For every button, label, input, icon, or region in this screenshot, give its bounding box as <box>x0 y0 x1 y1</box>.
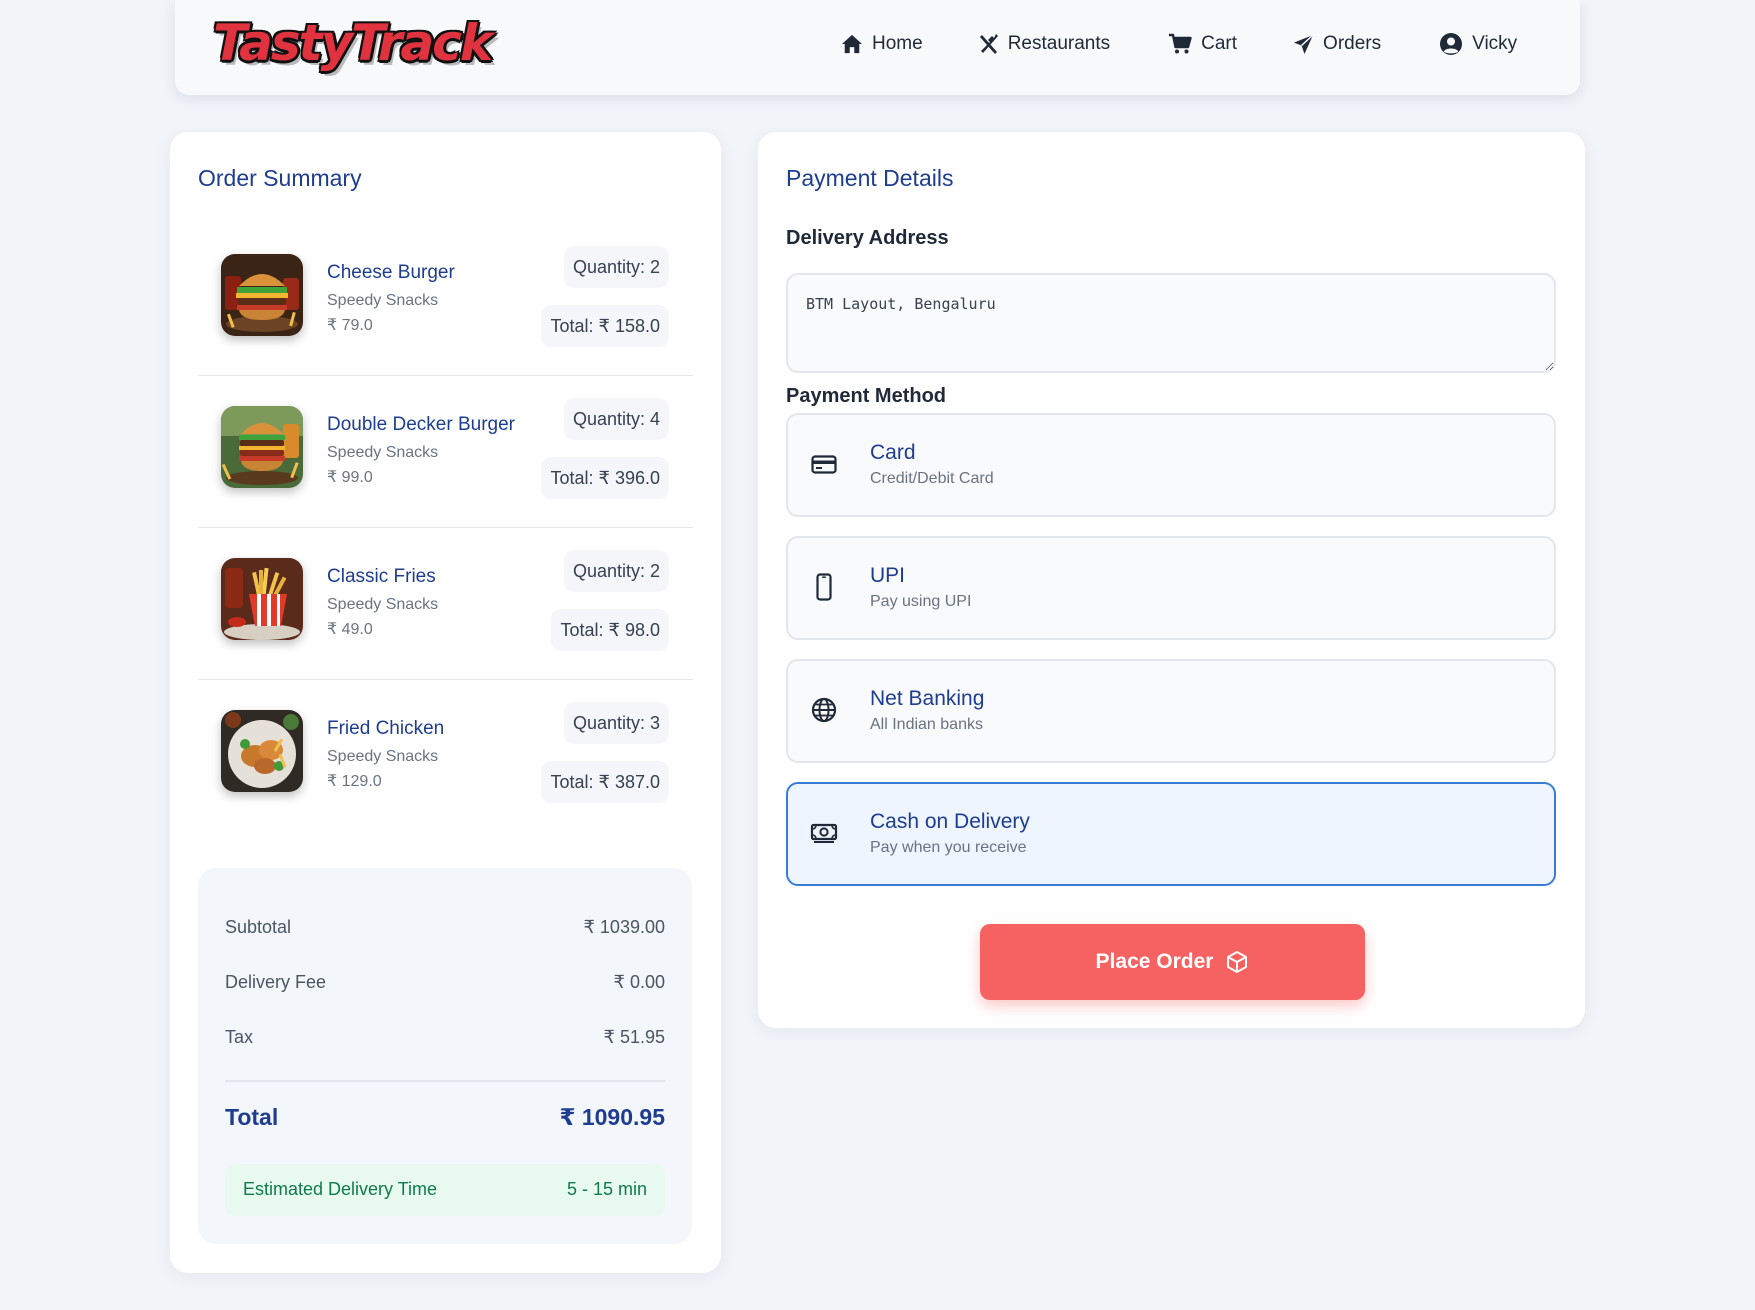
item-restaurant: Speedy Snacks <box>327 596 439 613</box>
payment-option-subtitle: Pay using UPI <box>870 593 972 610</box>
fried-chicken-image <box>221 710 303 792</box>
payment-option-title: UPI <box>870 564 906 587</box>
nav-orders[interactable]: Orders <box>1293 32 1381 56</box>
order-item: Double Decker Burger Speedy Snacks ₹ 99.… <box>198 376 693 528</box>
tastytrack-logo[interactable]: TastyTrack <box>213 14 493 72</box>
home-icon <box>842 34 862 54</box>
tax-value: ₹ 51.95 <box>603 1027 666 1047</box>
utensils-icon <box>979 34 998 54</box>
summary-divider <box>225 1080 665 1082</box>
item-restaurant: Speedy Snacks <box>327 444 439 461</box>
nav-profile-label: Vicky <box>1472 33 1518 54</box>
double-decker-burger-image <box>221 406 303 488</box>
item-price: ₹ 79.0 <box>327 317 373 334</box>
cheese-burger-image <box>221 254 303 336</box>
payment-option-cash-on-delivery[interactable]: Cash on Delivery Pay when you receive <box>786 782 1556 886</box>
globe-icon <box>811 697 837 723</box>
tax-label: Tax <box>225 1027 254 1047</box>
paper-plane-icon <box>1294 33 1314 54</box>
subtotal-label: Subtotal <box>225 917 292 937</box>
payment-method-label: Payment Method <box>786 385 947 407</box>
place-order-label: Place Order <box>1095 950 1214 973</box>
order-summary-title: Order Summary <box>198 165 362 191</box>
user-circle-icon <box>1440 33 1463 55</box>
total-value: ₹ 1090.95 <box>559 1104 665 1130</box>
payment-option-card[interactable]: Card Credit/Debit Card <box>786 413 1556 517</box>
eta-label: Estimated Delivery Time <box>243 1179 438 1199</box>
estimated-delivery-banner: Estimated Delivery Time 5 - 15 min <box>225 1164 665 1216</box>
payment-option-title: Card <box>870 441 916 464</box>
payment-option-upi[interactable]: UPI Pay using UPI <box>786 536 1556 640</box>
item-price: ₹ 129.0 <box>327 773 382 790</box>
nav-restaurants[interactable]: Restaurants <box>979 32 1110 56</box>
cube-icon <box>1227 951 1248 973</box>
item-total: Total: ₹ 396.0 <box>541 457 669 499</box>
money-bill-icon <box>810 823 838 843</box>
delivery-fee-label: Delivery Fee <box>225 972 327 992</box>
top-navbar: TastyTrack Home Restaurants Cart Orders … <box>175 0 1580 95</box>
payment-option-subtitle: All Indian banks <box>870 716 983 733</box>
item-quantity: Quantity: 3 <box>563 702 669 744</box>
subtotal-row: Subtotal ₹ 1039.00 <box>225 917 665 938</box>
mobile-phone-icon <box>816 573 832 601</box>
item-name: Fried Chicken <box>327 718 445 739</box>
item-restaurant: Speedy Snacks <box>327 748 439 765</box>
delivery-fee-row: Delivery Fee ₹ 0.00 <box>225 972 665 993</box>
payment-option-title: Net Banking <box>870 687 985 710</box>
item-price: ₹ 49.0 <box>327 621 373 638</box>
delivery-address-label: Delivery Address <box>786 227 949 249</box>
payment-option-subtitle: Pay when you receive <box>870 839 1027 856</box>
order-summary-card: Order Summary Cheese Burger Speedy Snack… <box>170 132 721 1273</box>
payment-option-subtitle: Credit/Debit Card <box>870 470 994 487</box>
tax-row: Tax ₹ 51.95 <box>225 1027 665 1048</box>
item-quantity: Quantity: 2 <box>563 550 669 592</box>
nav-cart-label: Cart <box>1201 33 1238 54</box>
nav-menu: Home Restaurants Cart Orders Vicky <box>841 32 1517 56</box>
nav-home[interactable]: Home <box>841 32 923 56</box>
item-quantity: Quantity: 2 <box>563 246 669 288</box>
item-name: Classic Fries <box>327 566 436 587</box>
delivery-address-input[interactable] <box>786 273 1556 373</box>
item-restaurant: Speedy Snacks <box>327 292 439 309</box>
delivery-fee-value: ₹ 0.00 <box>613 972 666 992</box>
subtotal-value: ₹ 1039.00 <box>583 917 665 937</box>
payment-details-title: Payment Details <box>786 165 954 191</box>
classic-fries-image <box>221 558 303 640</box>
item-price: ₹ 99.0 <box>327 469 373 486</box>
price-summary: Subtotal ₹ 1039.00 Delivery Fee ₹ 0.00 T… <box>198 868 692 1244</box>
item-total: Total: ₹ 387.0 <box>541 761 669 803</box>
total-row: Total ₹ 1090.95 <box>225 1104 665 1131</box>
place-order-button[interactable]: Place Order <box>980 924 1365 1000</box>
eta-value: 5 - 15 min <box>566 1179 647 1199</box>
item-total: Total: ₹ 98.0 <box>551 609 669 651</box>
nav-restaurants-label: Restaurants <box>1007 33 1111 54</box>
payment-option-net-banking[interactable]: Net Banking All Indian banks <box>786 659 1556 763</box>
order-item-list: Cheese Burger Speedy Snacks ₹ 79.0 Quant… <box>198 224 693 832</box>
total-label: Total <box>225 1104 279 1130</box>
item-total: Total: ₹ 158.0 <box>541 305 669 347</box>
payment-option-title: Cash on Delivery <box>870 810 1030 833</box>
credit-card-icon <box>811 455 837 474</box>
cart-icon <box>1169 33 1192 54</box>
nav-profile[interactable]: Vicky <box>1439 32 1517 56</box>
order-item: Fried Chicken Speedy Snacks ₹ 129.0 Quan… <box>198 680 693 832</box>
order-item: Cheese Burger Speedy Snacks ₹ 79.0 Quant… <box>198 224 693 376</box>
nav-home-label: Home <box>872 33 923 54</box>
order-item: Classic Fries Speedy Snacks ₹ 49.0 Quant… <box>198 528 693 680</box>
payment-details-card: Payment Details Delivery Address Payment… <box>758 132 1585 1028</box>
nav-orders-label: Orders <box>1323 33 1382 54</box>
item-name: Double Decker Burger <box>327 414 515 435</box>
item-quantity: Quantity: 4 <box>563 398 669 440</box>
nav-cart[interactable]: Cart <box>1168 32 1237 56</box>
item-name: Cheese Burger <box>327 262 455 283</box>
